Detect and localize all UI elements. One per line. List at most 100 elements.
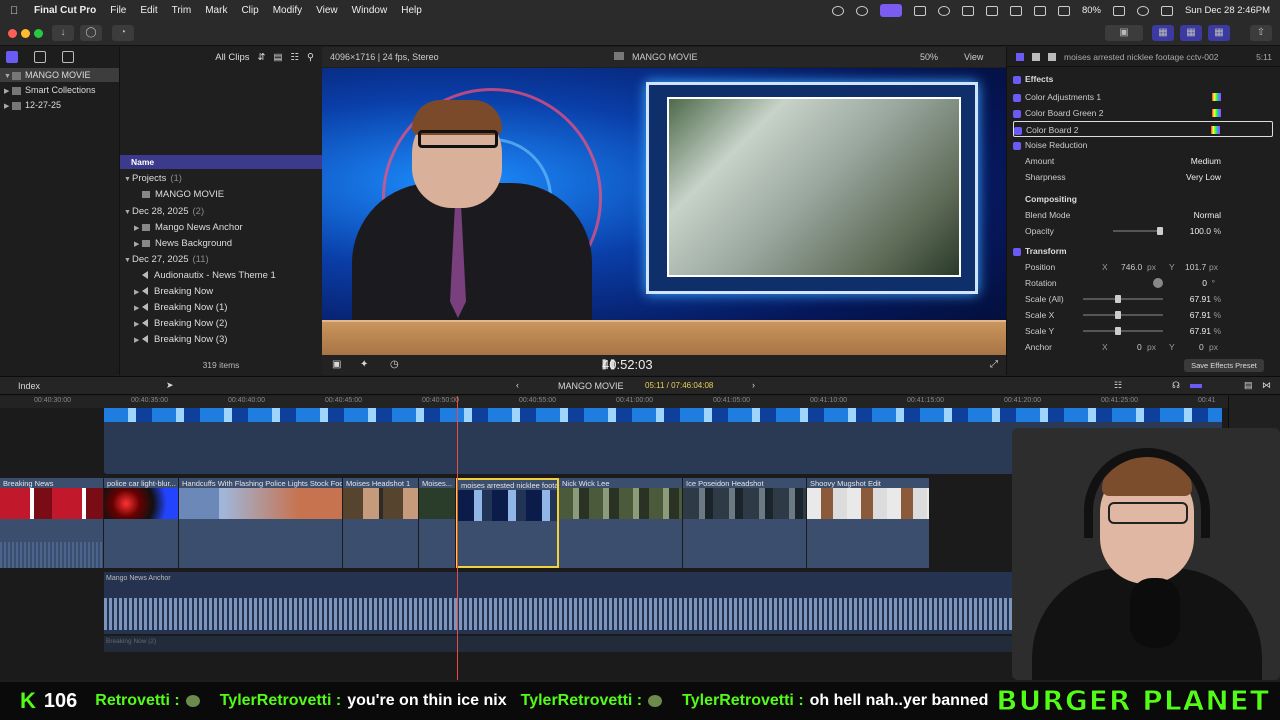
scale-all-row[interactable]: Scale (All) 67.91% bbox=[1013, 291, 1273, 307]
checkbox-icon[interactable] bbox=[1013, 93, 1021, 102]
checkbox-icon[interactable] bbox=[1013, 109, 1021, 118]
library-item-smart-collections[interactable]: ▶ Smart Collections bbox=[4, 83, 96, 97]
video-inspector-icon[interactable] bbox=[1016, 53, 1024, 61]
timeline-ruler[interactable] bbox=[0, 396, 1228, 408]
index-button[interactable]: Index bbox=[18, 381, 40, 391]
library-item-event[interactable]: ▶ 12-27-25 bbox=[4, 98, 61, 112]
timeline-clip[interactable]: Shoovy Mugshot Edit bbox=[807, 478, 930, 568]
menu-edit[interactable]: Edit bbox=[140, 5, 157, 16]
menu-window[interactable]: Window bbox=[352, 5, 388, 16]
play-icon[interactable] bbox=[937, 5, 950, 16]
show-timeline-icon[interactable]: ▦ bbox=[1180, 25, 1202, 41]
rotation-dial[interactable] bbox=[1153, 278, 1163, 288]
list-item[interactable]: ▶ Breaking Now bbox=[120, 284, 322, 300]
amount-dropdown[interactable]: Medium bbox=[1191, 153, 1221, 169]
bluetooth-icon[interactable] bbox=[1033, 5, 1046, 16]
control-center-icon[interactable] bbox=[1160, 5, 1173, 16]
minimize-window-button[interactable] bbox=[21, 29, 30, 38]
effect-row[interactable]: Color Board Green 2 bbox=[1013, 105, 1273, 121]
viewer-canvas[interactable] bbox=[322, 68, 1006, 355]
monitor-icon[interactable] bbox=[1009, 5, 1022, 16]
color-board-icon[interactable] bbox=[1212, 109, 1221, 117]
list-item[interactable]: ▶ Breaking Now (3) bbox=[120, 332, 322, 348]
compositing-section[interactable]: Compositing bbox=[1013, 191, 1273, 207]
share-icon[interactable]: ⇧ bbox=[1250, 25, 1272, 41]
keyword-icon[interactable]: ◯ bbox=[80, 25, 102, 41]
view-dropdown[interactable]: View bbox=[964, 52, 983, 62]
info-inspector-icon[interactable] bbox=[1048, 53, 1056, 61]
sharpness-row[interactable]: Sharpness Very Low bbox=[1013, 169, 1273, 185]
checkbox-icon[interactable] bbox=[1013, 75, 1021, 84]
wifi-icon[interactable] bbox=[1057, 5, 1070, 16]
timeline-clip[interactable]: Moises... bbox=[419, 478, 456, 568]
list-item[interactable]: ▼Dec 28, 2025 (2) bbox=[120, 204, 322, 220]
battery-icon[interactable] bbox=[1112, 5, 1125, 16]
list-item[interactable]: MANGO MOVIE bbox=[120, 187, 322, 203]
blend-mode-dropdown[interactable]: Normal bbox=[1194, 207, 1221, 223]
close-window-button[interactable] bbox=[8, 29, 17, 38]
search-icon[interactable]: ⚲ bbox=[307, 52, 314, 63]
display-icon[interactable] bbox=[913, 5, 926, 16]
timeline-clip[interactable]: Nick Wick Lee bbox=[559, 478, 683, 568]
timeline-clip-selected[interactable]: moises arrested nicklee foota... bbox=[456, 478, 559, 568]
menu-help[interactable]: Help bbox=[401, 5, 422, 16]
audio-skimming-icon[interactable]: ☊ bbox=[1172, 380, 1180, 391]
effects-section[interactable]: Effects bbox=[1013, 71, 1273, 87]
apple-icon[interactable]:  bbox=[10, 5, 24, 17]
workspace-icon[interactable]: ▣ bbox=[1105, 25, 1143, 41]
list-item[interactable]: Audionautix - News Theme 1 bbox=[120, 268, 322, 284]
menu-trim[interactable]: Trim bbox=[172, 5, 192, 16]
menu-app-name[interactable]: Final Cut Pro bbox=[34, 5, 96, 16]
position-y-field[interactable]: 101.7 bbox=[1185, 259, 1206, 275]
zoom-window-button[interactable] bbox=[34, 29, 43, 38]
back-icon[interactable]: ‹ bbox=[516, 380, 519, 390]
volume-icon[interactable] bbox=[961, 5, 974, 16]
show-inspector-icon[interactable]: ▦ bbox=[1208, 25, 1230, 41]
zoom-dropdown[interactable]: 50% bbox=[920, 52, 938, 62]
menu-view[interactable]: View bbox=[316, 5, 338, 16]
rotation-row[interactable]: Rotation 0 ° bbox=[1013, 275, 1273, 291]
opacity-row[interactable]: Opacity 100.0% bbox=[1013, 223, 1273, 239]
menu-mark[interactable]: Mark bbox=[205, 5, 227, 16]
background-tasks-icon[interactable]: ◔ bbox=[112, 25, 134, 41]
timeline-clip[interactable]: Breaking News bbox=[0, 478, 104, 568]
column-header-name[interactable]: Name bbox=[120, 155, 322, 169]
anchor-x-field[interactable]: 0 bbox=[1137, 339, 1142, 355]
scale-all-slider[interactable] bbox=[1083, 295, 1163, 303]
clock-icon[interactable] bbox=[985, 5, 998, 16]
opacity-slider[interactable] bbox=[1113, 227, 1163, 235]
skimming-icon[interactable]: ☷ bbox=[1114, 380, 1122, 391]
clip-appearance-icon[interactable]: ▤ bbox=[1244, 380, 1253, 391]
timeline-clip[interactable]: Handcuffs With Flashing Police Lights St… bbox=[179, 478, 343, 568]
timeline-clip[interactable]: Ice Poseidon Headshot bbox=[683, 478, 807, 568]
enhance-icon[interactable]: ✦ bbox=[360, 359, 368, 370]
transform-tool-icon[interactable]: ▣ bbox=[332, 359, 341, 370]
effect-row[interactable]: Color Adjustments 1 bbox=[1013, 89, 1273, 105]
show-browser-icon[interactable]: ▦ bbox=[1152, 25, 1174, 41]
list-view-icon[interactable]: ☷ bbox=[291, 52, 300, 63]
checkbox-icon[interactable] bbox=[1014, 126, 1022, 135]
checkbox-icon[interactable] bbox=[1013, 141, 1021, 150]
list-item[interactable]: ▼Dec 27, 2025 (11) bbox=[120, 252, 322, 268]
clock-text[interactable]: Sun Dec 28 2:46PM bbox=[1185, 5, 1270, 16]
timeline-clip[interactable]: Moises Headshot 1 bbox=[343, 478, 419, 568]
scale-x-slider[interactable] bbox=[1083, 311, 1163, 319]
anchor-y-field[interactable]: 0 bbox=[1199, 339, 1204, 355]
position-x-field[interactable]: 746.0 bbox=[1121, 259, 1142, 275]
timeline-clip[interactable]: police car light-blur... bbox=[104, 478, 179, 568]
library-item-mango-movie[interactable]: ▼ MANGO MOVIE bbox=[0, 68, 119, 82]
menu-file[interactable]: File bbox=[110, 5, 126, 16]
color-board-icon[interactable] bbox=[1211, 126, 1220, 134]
sharpness-dropdown[interactable]: Very Low bbox=[1186, 169, 1221, 185]
checkbox-icon[interactable] bbox=[1013, 247, 1021, 256]
effect-row[interactable]: Noise Reduction bbox=[1013, 137, 1273, 153]
photos-icon[interactable] bbox=[34, 51, 46, 63]
menu-clip[interactable]: Clip bbox=[241, 5, 258, 16]
filmstrip-icon[interactable]: ▤ bbox=[274, 52, 283, 63]
list-item[interactable]: ▶ Breaking Now (1) bbox=[120, 300, 322, 316]
speed-icon[interactable]: ◷ bbox=[390, 359, 399, 370]
snapping-icon[interactable] bbox=[1190, 384, 1202, 388]
scale-y-row[interactable]: Scale Y 67.91% bbox=[1013, 323, 1273, 339]
import-icon[interactable]: ↓ bbox=[52, 25, 74, 41]
color-inspector-icon[interactable] bbox=[1032, 53, 1040, 61]
